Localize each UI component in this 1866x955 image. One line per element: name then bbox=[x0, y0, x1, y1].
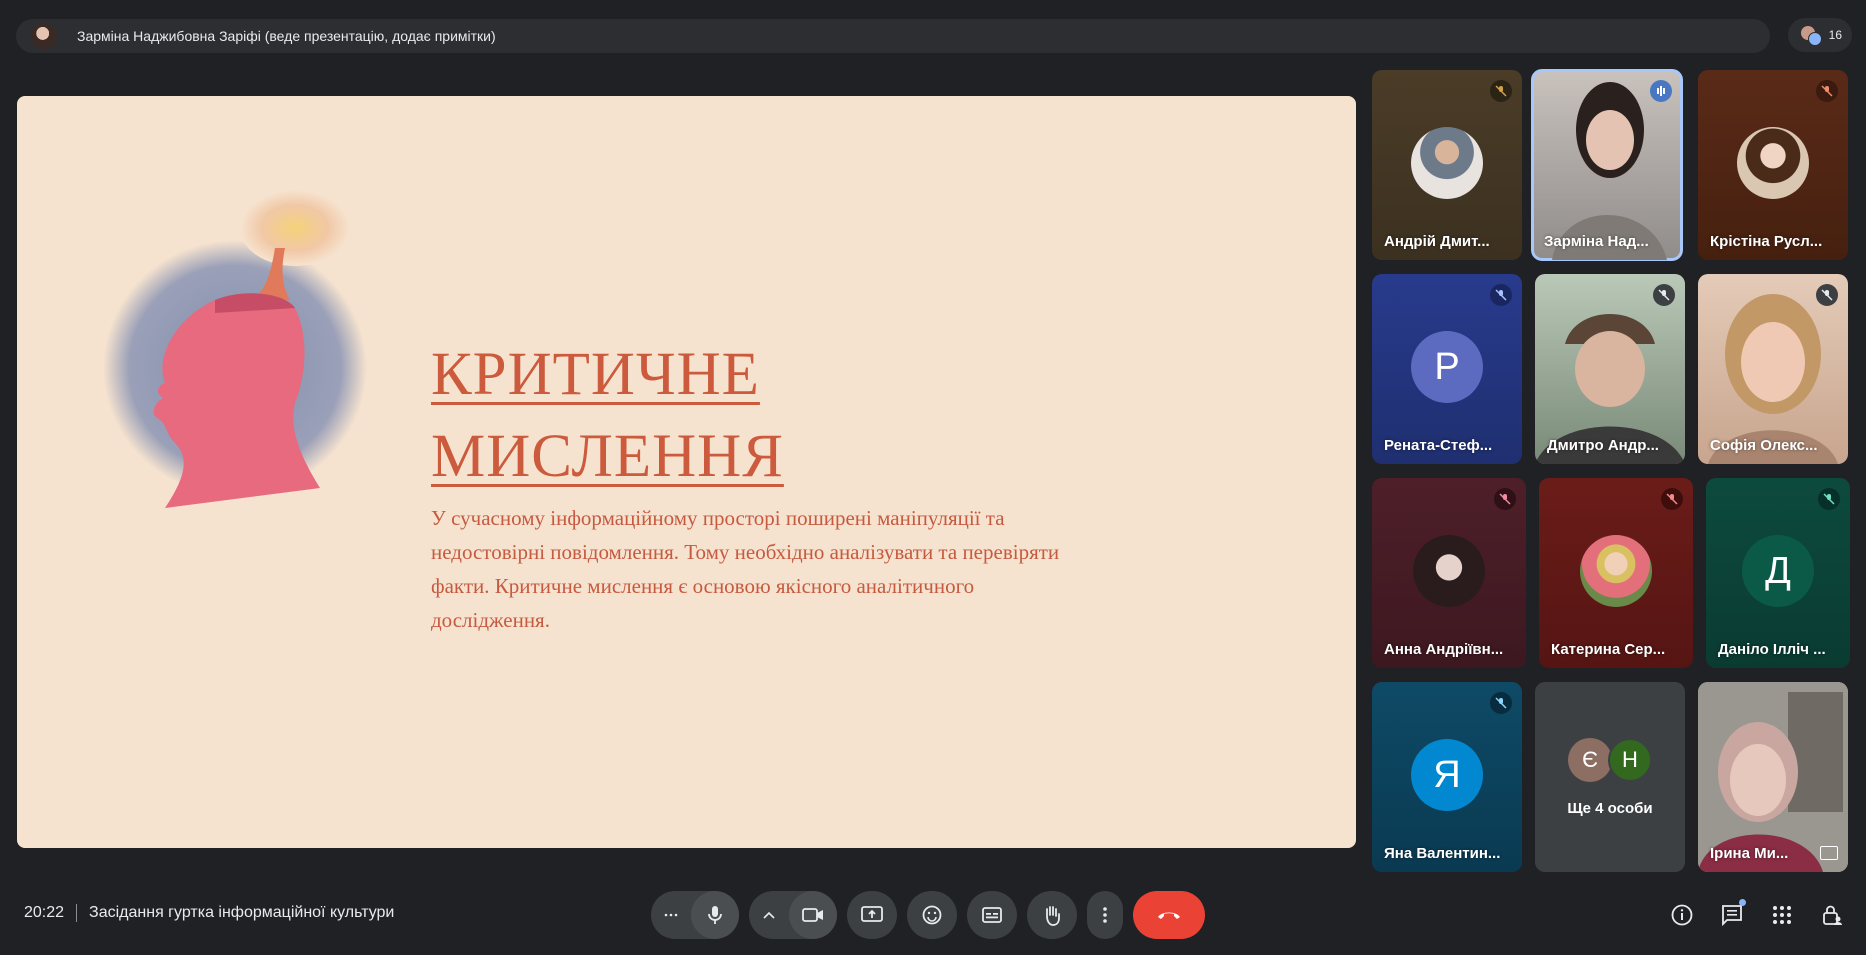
participant-tile[interactable]: Андрій Дмит... bbox=[1372, 70, 1522, 260]
participant-name: Рената-Стеф... bbox=[1384, 437, 1493, 454]
presenter-avatar bbox=[31, 23, 57, 49]
participant-video bbox=[1552, 82, 1667, 260]
meeting-details-button[interactable] bbox=[1666, 899, 1698, 931]
participants-chip[interactable]: 16 bbox=[1788, 18, 1852, 52]
mic-off-icon bbox=[1818, 488, 1840, 510]
call-controls bbox=[651, 891, 1205, 939]
present-icon bbox=[861, 906, 883, 922]
slide-title-line: МИСЛЕННЯ bbox=[431, 423, 784, 490]
camera-icon bbox=[802, 908, 823, 922]
notification-dot bbox=[1739, 899, 1746, 906]
participant-mini-avatar bbox=[1808, 32, 1822, 46]
mic-control-group bbox=[651, 891, 739, 939]
participant-initial-avatar: Р bbox=[1411, 331, 1483, 403]
mic-off-icon bbox=[1490, 80, 1512, 102]
participant-video bbox=[1708, 294, 1838, 464]
mic-off-icon bbox=[1661, 488, 1683, 510]
participant-avatar bbox=[1413, 535, 1485, 607]
slide-body-text: У сучасному інформаційному просторі поши… bbox=[431, 506, 1060, 632]
more-options-button[interactable] bbox=[1087, 891, 1123, 939]
mic-off-icon bbox=[1494, 488, 1516, 510]
camera-control-group bbox=[749, 891, 837, 939]
mic-off-icon bbox=[1490, 284, 1512, 306]
participant-name: Даніло Ілліч ... bbox=[1718, 641, 1826, 658]
more-participants-label: Ще 4 особи bbox=[1567, 800, 1653, 817]
hang-up-icon bbox=[1158, 912, 1180, 919]
present-screen-button[interactable] bbox=[847, 891, 897, 939]
participant-name: Софія Олекс... bbox=[1710, 437, 1818, 454]
participant-tile[interactable]: Анна Андріївн... bbox=[1372, 478, 1526, 668]
emoji-icon bbox=[922, 905, 942, 925]
pip-icon[interactable] bbox=[1820, 846, 1838, 860]
participant-initial-avatar: Є bbox=[1568, 738, 1612, 782]
participant-name: Андрій Дмит... bbox=[1384, 233, 1490, 250]
host-controls-button[interactable] bbox=[1816, 899, 1848, 931]
activities-button[interactable] bbox=[1766, 899, 1798, 931]
hand-icon bbox=[1046, 906, 1060, 926]
participant-tile[interactable]: Крістіна Русл... bbox=[1698, 70, 1848, 260]
mic-off-icon bbox=[1816, 80, 1838, 102]
participant-name: Дмитро Андр... bbox=[1547, 437, 1659, 454]
side-panel-controls bbox=[1648, 899, 1848, 931]
participant-tile[interactable]: Ірина Ми... bbox=[1698, 682, 1848, 872]
more-participants-tile[interactable]: Є Н Ще 4 особи bbox=[1535, 682, 1685, 872]
participant-avatar bbox=[1737, 127, 1809, 199]
participant-avatar bbox=[1411, 127, 1483, 199]
reactions-button[interactable] bbox=[907, 891, 957, 939]
participants-count: 16 bbox=[1828, 28, 1842, 42]
participant-tile[interactable]: Я Яна Валентин... bbox=[1372, 682, 1522, 872]
participant-video bbox=[1698, 682, 1848, 872]
audio-settings-button[interactable] bbox=[651, 891, 691, 939]
participant-name: Катерина Сер... bbox=[1551, 641, 1666, 658]
participant-name: Анна Андріївн... bbox=[1384, 641, 1504, 658]
participant-name: Ірина Ми... bbox=[1710, 845, 1789, 862]
participant-tile[interactable]: Катерина Сер... bbox=[1539, 478, 1693, 668]
captions-icon bbox=[982, 907, 1002, 923]
chat-icon bbox=[1722, 905, 1742, 926]
participant-name: Зарміна Над... bbox=[1544, 233, 1649, 250]
lock-person-icon bbox=[1823, 905, 1842, 925]
meeting-info: 20:22 Засідання гуртка інформаційної кул… bbox=[24, 904, 394, 922]
divider bbox=[76, 904, 78, 922]
raise-hand-button[interactable] bbox=[1027, 891, 1077, 939]
participant-initial-avatar: Н bbox=[1608, 738, 1652, 782]
participant-tile[interactable]: Р Рената-Стеф... bbox=[1372, 274, 1522, 464]
info-icon bbox=[1671, 904, 1693, 926]
mic-icon bbox=[708, 906, 722, 924]
participant-avatar bbox=[1580, 535, 1652, 607]
leave-call-button[interactable] bbox=[1133, 891, 1205, 939]
presentation-slide: КРИТИЧНЕ МИСЛЕННЯ У сучасному інформацій… bbox=[17, 96, 1356, 848]
mic-button[interactable] bbox=[691, 891, 739, 939]
participant-name: Яна Валентин... bbox=[1384, 845, 1501, 862]
meeting-title: Засідання гуртка інформаційної культури bbox=[89, 904, 395, 921]
participant-initial-avatar: Я bbox=[1411, 739, 1483, 811]
head-explosion-illustration bbox=[103, 190, 367, 508]
participant-tile[interactable]: Зарміна Над... bbox=[1531, 69, 1683, 261]
apps-grid-icon bbox=[1773, 906, 1791, 924]
participant-tile[interactable]: Софія Олекс... bbox=[1698, 274, 1848, 464]
slide-title: КРИТИЧНЕ МИСЛЕННЯ bbox=[431, 334, 784, 498]
mic-off-icon bbox=[1490, 692, 1512, 714]
video-settings-button[interactable] bbox=[749, 891, 789, 939]
presenter-label: Зарміна Наджибовна Заріфі (веде презента… bbox=[77, 28, 496, 44]
participant-initial-avatar: Д bbox=[1742, 535, 1814, 607]
participant-tile[interactable]: Дмитро Андр... bbox=[1535, 274, 1685, 464]
more-vert-icon bbox=[1103, 907, 1107, 923]
participant-name: Крістіна Русл... bbox=[1710, 233, 1823, 250]
participant-video bbox=[1535, 314, 1685, 464]
presenter-bar: Зарміна Наджибовна Заріфі (веде презента… bbox=[16, 19, 1770, 53]
camera-button[interactable] bbox=[789, 891, 837, 939]
captions-button[interactable] bbox=[967, 891, 1017, 939]
slide-title-line: КРИТИЧНЕ bbox=[431, 341, 760, 408]
chat-button[interactable] bbox=[1716, 899, 1748, 931]
participant-tile[interactable]: Д Даніло Ілліч ... bbox=[1706, 478, 1850, 668]
clock-time: 20:22 bbox=[24, 904, 65, 921]
